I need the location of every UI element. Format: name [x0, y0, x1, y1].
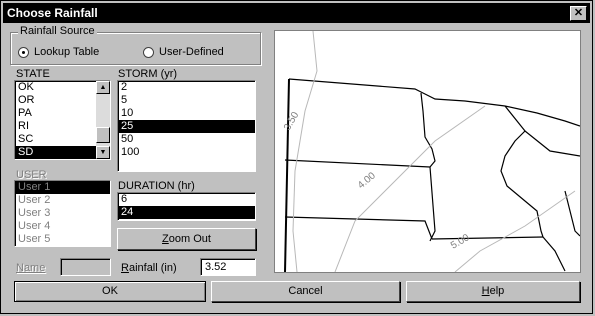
contour-350	[292, 30, 318, 273]
list-item-selected[interactable]: 25	[118, 120, 255, 133]
rainfall-mnemonic: R	[121, 262, 129, 274]
rainfall-source-legend: Rainfall Source	[18, 25, 97, 37]
close-icon[interactable]: ✕	[570, 6, 587, 21]
zoom-out-mnemonic: Z	[162, 233, 169, 245]
dialog-title: Choose Rainfall	[7, 6, 98, 20]
cancel-button[interactable]: Cancel	[211, 281, 400, 302]
list-item-selected[interactable]: User 1	[15, 181, 110, 194]
zoom-out-label: oom Out	[168, 233, 211, 245]
name-field[interactable]	[60, 258, 111, 276]
storm-listbox[interactable]: 2 5 10 25 50 100	[117, 80, 256, 172]
user-defined-radio[interactable]: User-Defined	[143, 46, 224, 58]
user-defined-label: User-Defined	[159, 46, 224, 58]
list-item[interactable]: 50	[118, 133, 255, 146]
list-item[interactable]: User 5	[15, 233, 110, 246]
help-label: elp	[489, 285, 505, 297]
zoom-out-button[interactable]: Zoom Out	[117, 228, 256, 250]
lookup-table-radio[interactable]: Lookup Table	[18, 46, 99, 58]
rainfall-label-text: ainfall (in)	[128, 262, 177, 274]
list-item-selected[interactable]: 24	[118, 206, 255, 219]
border-west	[284, 78, 290, 273]
duration-listbox[interactable]: 6 24	[117, 192, 256, 221]
contours	[292, 30, 576, 273]
list-item[interactable]: User 3	[15, 207, 110, 220]
ok-button[interactable]: OK	[14, 281, 206, 302]
name-label: Name	[16, 262, 46, 274]
contour-labels: 3.50 4.00 5.00	[282, 110, 472, 252]
rainfall-map[interactable]: 3.50 4.00 5.00	[274, 30, 581, 273]
border-superior-south	[524, 130, 581, 157]
radio-selected-icon	[18, 46, 29, 58]
contour-label: 4.00	[356, 170, 378, 191]
list-item[interactable]: 10	[118, 107, 255, 120]
help-mnemonic: H	[481, 285, 490, 297]
state-listbox[interactable]: OK OR PA RI SC SD ▲ ▼	[14, 80, 111, 160]
list-item[interactable]: 2	[118, 81, 255, 94]
user-listbox[interactable]: User 1 User 2 User 3 User 4 User 5	[14, 180, 111, 247]
list-item[interactable]: User 4	[15, 220, 110, 233]
duration-label: DURATION (hr)	[118, 180, 195, 192]
border-mn-west	[420, 92, 436, 168]
radio-unselected-icon	[143, 46, 154, 58]
state-borders	[284, 78, 581, 273]
border-north	[288, 78, 506, 107]
rainfall-label: Rainfall (in)	[121, 262, 177, 274]
border-wi-south	[542, 236, 566, 272]
contour-label: 3.50	[282, 110, 301, 133]
map-svg: 3.50 4.00 5.00	[282, 30, 581, 273]
list-item[interactable]: 100	[118, 146, 255, 159]
list-item-selected[interactable]: SD	[15, 146, 96, 159]
border-nd-sd	[284, 159, 431, 168]
lookup-table-label: Lookup Table	[34, 46, 100, 58]
border-superior-north	[504, 105, 581, 127]
border-lake-mi	[564, 190, 581, 237]
scroll-down-icon[interactable]: ▼	[96, 146, 110, 159]
list-item[interactable]: User 2	[15, 194, 110, 207]
border-sd-mn	[429, 166, 436, 242]
state-label: STATE	[16, 68, 50, 80]
rainfall-value-field[interactable]: 3.52	[200, 258, 256, 276]
contour-400	[334, 105, 486, 273]
storm-label: STORM (yr)	[118, 68, 178, 80]
list-item[interactable]: 6	[118, 193, 255, 206]
border-sd-ne	[284, 216, 433, 240]
choose-rainfall-dialog: Choose Rainfall ✕ Rainfall Source Lookup…	[0, 0, 593, 314]
list-item[interactable]: 5	[118, 94, 255, 107]
contour-label: 5.00	[449, 232, 472, 251]
scroll-thumb[interactable]	[96, 127, 110, 143]
title-bar: Choose Rainfall ✕	[3, 3, 590, 23]
contour-500	[454, 190, 576, 273]
help-button[interactable]: Help	[406, 281, 580, 302]
scroll-up-icon[interactable]: ▲	[96, 81, 110, 94]
state-scrollbar[interactable]: ▲ ▼	[96, 81, 110, 159]
border-mn-ia	[431, 236, 544, 240]
